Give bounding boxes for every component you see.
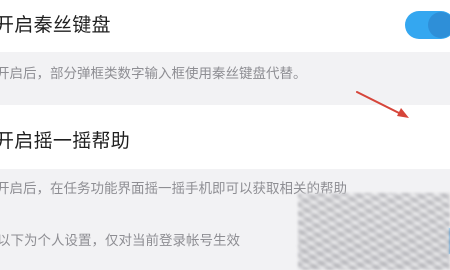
annotation-arrow-icon [356, 91, 409, 118]
